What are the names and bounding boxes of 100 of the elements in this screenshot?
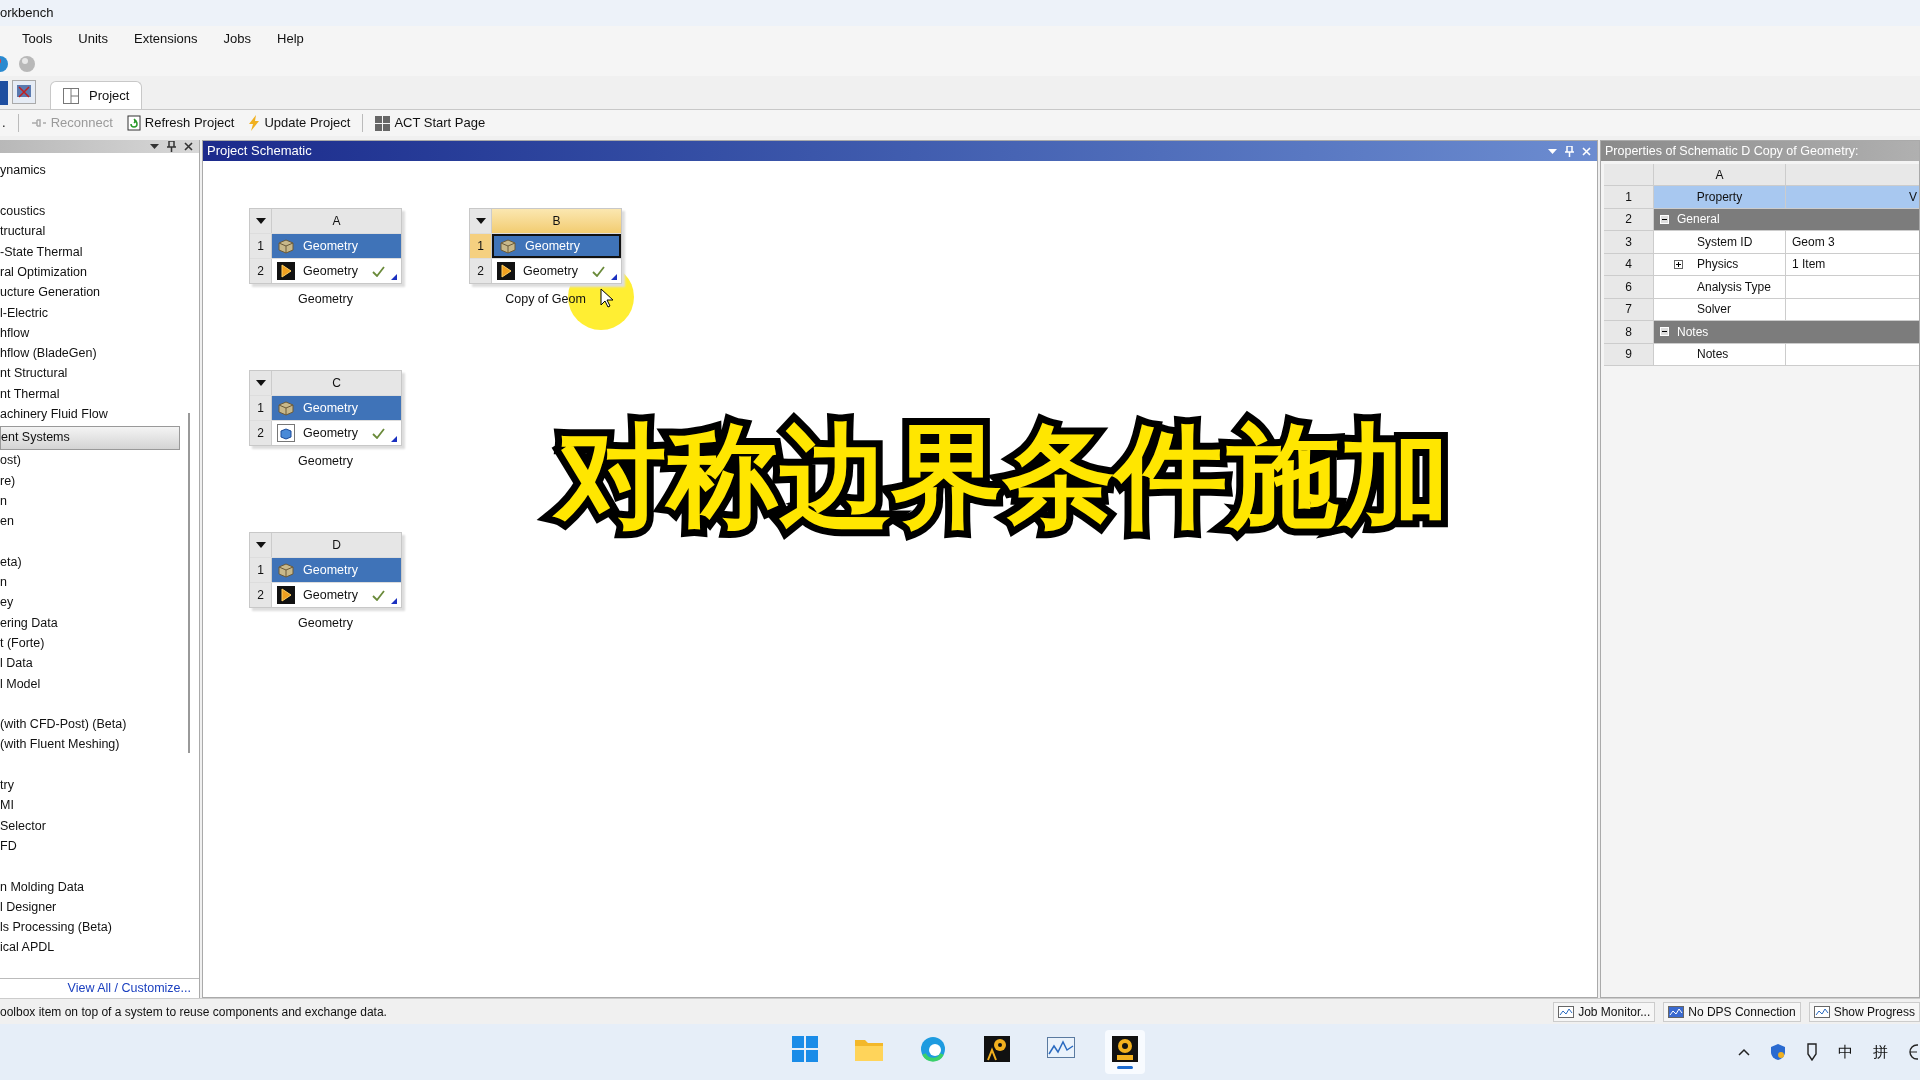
toolbox-item[interactable]: ls Processing (Beta) [0,917,199,938]
menu-item[interactable]: Units [78,29,108,49]
cell-row[interactable]: Geometry [492,234,621,258]
toolbox-item[interactable]: l Data [0,653,199,674]
toolbox-item[interactable]: ical APDL [0,937,199,958]
lightning-icon [248,115,261,131]
refresh-icon [126,115,141,131]
window-title: orkbench [0,4,54,23]
toolbox-item[interactable]: ey [0,592,199,613]
play-icon [277,586,295,604]
toolbar-button[interactable]: Update Project [246,113,353,133]
property-value: 1 Item [1792,256,1826,274]
cell-row[interactable]: Geometry [272,234,401,258]
shield-icon[interactable] [1770,1043,1786,1061]
input-method-indicator[interactable]: 中 [1838,1040,1853,1064]
close-icon[interactable] [184,141,193,151]
system-block[interactable]: D 1 Geometry 2 Geometry [249,532,402,608]
toolbox-item[interactable]: achinery Fluid Flow [0,404,199,425]
toolbox-item[interactable]: nt Thermal [0,383,199,405]
expand-icon[interactable] [1674,259,1683,269]
dropdown-icon[interactable] [475,218,486,224]
dropdown-icon[interactable] [255,542,266,548]
system-caption[interactable]: Geometry [298,290,353,309]
system-block[interactable]: A 1 Geometry 2 Geometry [249,208,402,284]
toolbox-item[interactable]: ering Data [0,612,199,634]
toolbox-item[interactable]: ucture Generation [0,282,199,303]
dropdown-icon[interactable] [255,218,266,224]
toolbox-item[interactable]: ost) [0,450,199,471]
cube-icon [499,238,517,254]
toolbox-item[interactable]: ral Optimization [0,262,199,283]
status-button[interactable]: No DPS Connection [1663,1001,1801,1022]
cell-row[interactable]: Geometry [272,259,401,283]
input-method-indicator[interactable]: 拼 [1873,1040,1888,1064]
dropdown-icon[interactable] [150,143,159,149]
system-block[interactable]: C 1 Geometry 2 Geometry [249,370,402,446]
cell-row[interactable]: Geometry [272,583,401,607]
status-message: oolbox item on top of a system to reuse components and exchange data. [0,1003,387,1021]
toolbox-item[interactable]: FD [0,836,199,857]
property-name: Solver [1696,301,1731,319]
row-number: 8 [1604,321,1654,343]
chevron-up-icon[interactable] [1738,1048,1750,1056]
row-number: 1 [250,396,272,420]
toolbox-item[interactable]: n Molding Data [0,876,199,898]
toolbox-item[interactable]: nt Structural [0,363,199,384]
pin-icon[interactable] [167,140,176,152]
toolbox-item[interactable]: coustics [0,201,199,222]
system-block[interactable]: B 1 Geometry 2 Geometry [469,208,622,284]
toolbox-item[interactable]: (with CFD-Post) (Beta) [0,714,199,735]
toolbox-item[interactable]: en [0,511,199,532]
toolbox-item[interactable]: hflow [0,323,199,344]
toolbox-item[interactable]: l Designer [0,897,199,918]
toolbar-button[interactable]: ACT Start Page [373,113,488,133]
toolbox-item[interactable]: MI [0,795,199,816]
cell-row[interactable]: Geometry [492,259,621,283]
toolbox-item[interactable]: -State Thermal [0,241,199,263]
system-caption[interactable]: Geometry [298,614,353,633]
menu-item[interactable]: Tools [22,29,53,49]
menu-item[interactable]: Jobs [223,29,252,49]
toolbox-item[interactable]: hflow (BladeGen) [0,343,199,364]
taskbar-app[interactable] [1105,1030,1145,1074]
cube-icon [277,238,295,254]
tab[interactable]: Project [50,81,143,109]
toolbox-item[interactable]: (with Fluent Meshing) [0,734,199,755]
toolbox-item[interactable]: l-Electric [0,302,199,324]
table-cell: Property [1654,186,1786,208]
collapse-icon[interactable] [1660,214,1669,224]
toolbox-item[interactable]: t (Forte) [0,633,199,654]
cell-row[interactable]: Geometry [272,421,401,445]
toolbox-category[interactable]: ent Systems [0,425,180,450]
cell-row[interactable]: Geometry [272,558,401,582]
toolbox-item[interactable]: n [0,491,199,512]
menu-item[interactable]: Help [277,29,304,49]
row-number: 2 [250,421,272,445]
check-icon [371,589,385,601]
toolbox-item[interactable]: l Model [0,673,199,695]
scrollbar[interactable] [188,412,190,753]
check-icon [371,265,385,277]
cell-row[interactable]: Geometry [272,396,401,420]
pen-icon[interactable] [1806,1043,1818,1061]
toolbox-item[interactable]: Selector [0,815,199,837]
status-button[interactable]: Job Monitor... [1553,1001,1656,1022]
row-number: 3 [1604,231,1654,253]
toolbox-item[interactable]: n [0,572,199,593]
toolbox-item[interactable]: eta) [0,552,199,573]
toolbox-item[interactable]: try [0,775,199,796]
row-number: 7 [1604,298,1654,320]
cube-icon [277,400,295,416]
toolbar-button[interactable]: . [0,113,8,133]
toolbox-item[interactable]: tructural [0,221,199,242]
menu-item[interactable]: Extensions [134,29,198,49]
property-value: Geom 3 [1792,233,1835,251]
dropdown-icon[interactable] [255,380,266,386]
toolbox-item[interactable]: ynamics [0,160,199,181]
system-caption[interactable]: Geometry [298,452,353,471]
collapse-icon[interactable] [1660,327,1669,337]
image-icon[interactable] [12,80,36,104]
row-number: 4 [1604,253,1654,275]
toolbox-item[interactable]: re) [0,470,199,492]
status-button[interactable]: Show Progress [1808,1001,1920,1022]
toolbar-button[interactable]: Refresh Project [124,113,237,133]
